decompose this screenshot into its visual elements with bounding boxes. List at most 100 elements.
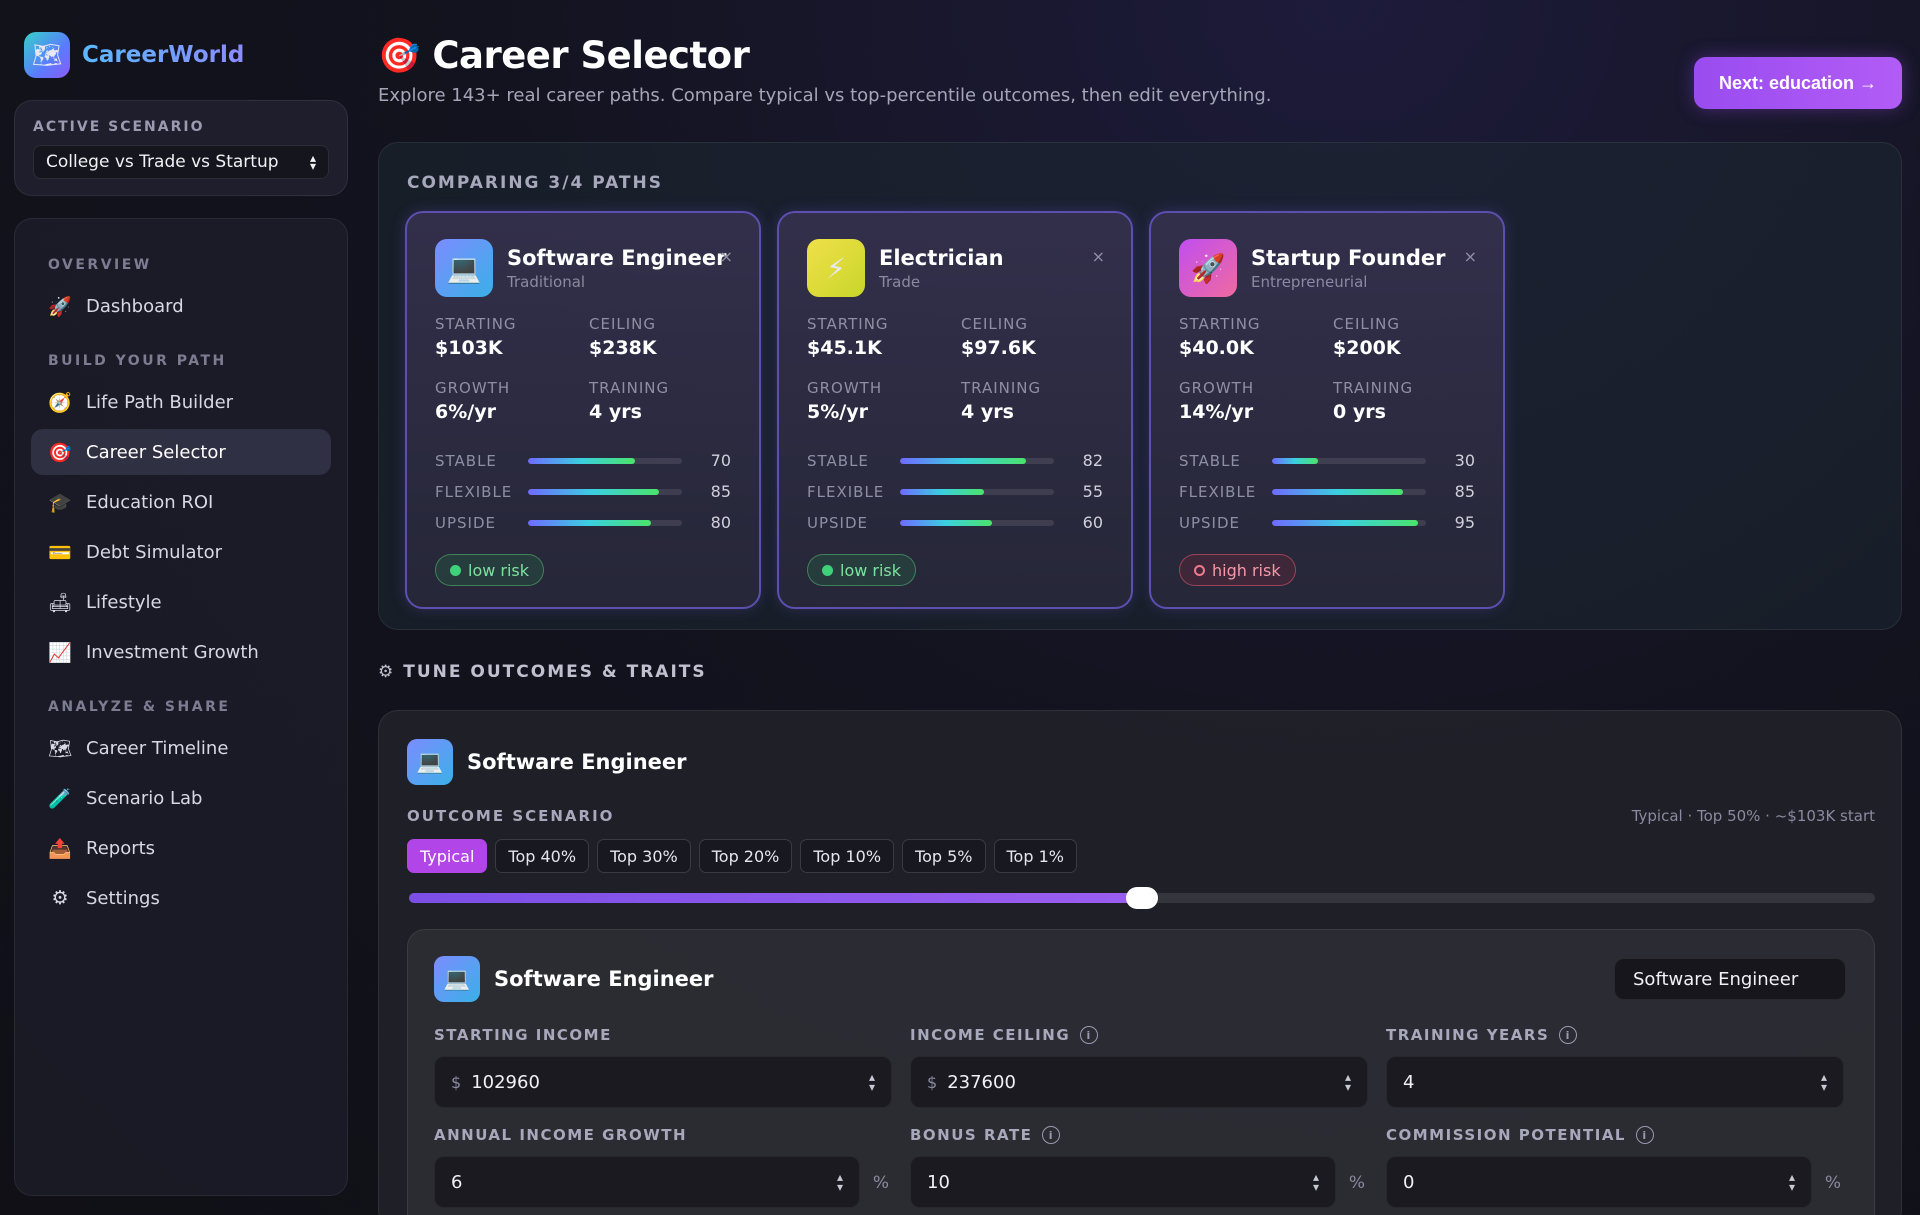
income-ceiling-input[interactable]: $ 237600 ▴ ▾ [910, 1056, 1368, 1108]
sidebar-item-lifestyle[interactable]: 🛋 Lifestyle [31, 579, 331, 625]
career-card-electrician[interactable]: ⚡ Electrician Trade × STARTING $45.1K CEI… [777, 211, 1133, 609]
trait-label: UPSIDE [1179, 513, 1240, 532]
annual-growth-input[interactable]: 6 ▴ ▾ % [434, 1156, 889, 1208]
sidebar-item-education-roi[interactable]: 🎓 Education ROI [31, 479, 331, 525]
outcome-pill-top-5[interactable]: Top 5% [902, 839, 986, 873]
outcome-pill-top-30[interactable]: Top 30% [597, 839, 691, 873]
outcome-pill-top-1[interactable]: Top 1% [993, 839, 1077, 873]
chevron-up-down-icon: ▴ ▾ [309, 151, 316, 173]
income-ceiling-field: INCOME CEILING i $ 237600 ▴ ▾ [910, 1026, 1368, 1108]
sidebar-item-career-selector[interactable]: 🎯 Career Selector [31, 429, 331, 475]
tune-panel: 💻 Software Engineer OUTCOME SCENARIO Typ… [378, 710, 1902, 1215]
sidebar-item-reports[interactable]: 📤 Reports [31, 825, 331, 871]
stepper-icon[interactable]: ▴ ▾ [1821, 1071, 1827, 1093]
active-scenario-panel: ACTIVE SCENARIO College vs Trade vs Star… [14, 100, 348, 196]
sidebar-item-career-timeline[interactable]: 🗺 Career Timeline [31, 725, 331, 771]
career-timeline-icon: 🗺 [48, 737, 73, 760]
trait-bar [527, 488, 682, 495]
stepper-icon[interactable]: ▴ ▾ [837, 1171, 843, 1193]
trait-value: 85 [710, 482, 731, 501]
scenario-lab-icon: 🧪 [48, 787, 72, 810]
life-path-builder-icon: 🧭 [48, 391, 72, 414]
reports-icon: 📤 [48, 837, 72, 860]
commission-value: 0 [1403, 1171, 1415, 1193]
bonus-rate-input[interactable]: 10 ▴ ▾ % [910, 1156, 1365, 1208]
career-card-startup-founder[interactable]: 🚀 Startup Founder Entrepreneurial × STAR… [1149, 211, 1505, 609]
outcome-slider-thumb[interactable] [1126, 887, 1158, 909]
tune-heading: ⚙ TUNE OUTCOMES & TRAITS [378, 662, 707, 682]
risk-dot-icon [822, 564, 833, 576]
sidebar-item-life-path-builder[interactable]: 🧭 Life Path Builder [31, 379, 331, 425]
trait-value: 80 [710, 513, 731, 532]
nav-group-overview: OVERVIEW [48, 257, 152, 273]
risk-label: high risk [1212, 560, 1281, 580]
info-icon[interactable]: i [1559, 1026, 1578, 1044]
stat-training: 0 yrs [1333, 401, 1386, 423]
stepper-icon[interactable]: ▴ ▾ [1789, 1171, 1795, 1193]
info-icon[interactable]: i [1080, 1026, 1099, 1044]
close-icon[interactable]: × [1464, 247, 1477, 266]
annual-growth-field: ANNUAL INCOME GROWTH 6 ▴ ▾ % [434, 1126, 889, 1208]
trait-stable: STABLE 70 [435, 445, 731, 476]
stepper-icon[interactable]: ▴ ▾ [1345, 1071, 1351, 1093]
training-years-input[interactable]: 4 ▴ ▾ [1386, 1056, 1844, 1108]
annual-growth-value: 6 [451, 1171, 463, 1193]
risk-dot-icon [450, 564, 461, 576]
tune-career-name: Software Engineer [467, 750, 687, 774]
outcome-pill-top-20[interactable]: Top 20% [698, 839, 793, 873]
outcome-scenario-label: OUTCOME SCENARIO [407, 807, 615, 825]
close-icon[interactable]: × [720, 247, 733, 266]
sidebar-item-label: Life Path Builder [86, 391, 234, 413]
scenario-select[interactable]: College vs Trade vs Startup ▴ ▾ [33, 145, 329, 179]
trait-label: STABLE [435, 451, 497, 470]
starting-income-value: 102960 [471, 1071, 540, 1093]
trait-label: FLEXIBLE [435, 482, 513, 501]
trait-value: 55 [1082, 482, 1103, 501]
sidebar-item-dashboard[interactable]: 🚀 Dashboard [31, 283, 331, 329]
trait-label: STABLE [1179, 451, 1241, 470]
risk-badge: high risk [1179, 554, 1296, 586]
sidebar-item-debt-simulator[interactable]: 💳 Debt Simulator [31, 529, 331, 575]
percent-suffix: % [1824, 1173, 1841, 1193]
career-editor: 💻 Software Engineer Software Engineer ST… [407, 929, 1875, 1215]
stat-label: CEILING [1333, 315, 1400, 333]
trait-value: 60 [1082, 513, 1103, 532]
trait-bar [1271, 519, 1426, 526]
card-category: Traditional [507, 273, 586, 291]
info-icon[interactable]: i [1636, 1126, 1654, 1144]
commission-input[interactable]: 0 ▴ ▾ % [1386, 1156, 1841, 1208]
brand[interactable]: 🗺 CareerWorld [24, 32, 244, 78]
trait-bar-fill [899, 457, 1026, 464]
career-select[interactable]: Software Engineer [1614, 958, 1846, 1000]
trait-value: 30 [1454, 451, 1475, 470]
outcome-pill-top-40[interactable]: Top 40% [495, 839, 590, 873]
annual-growth-label: ANNUAL INCOME GROWTH [434, 1126, 688, 1144]
editor-header: 💻 Software Engineer [434, 956, 714, 1002]
sidebar-nav: OVERVIEW 🚀 Dashboard BUILD YOUR PATH 🧭 Life P… [14, 218, 348, 1196]
outcome-pill-top-10[interactable]: Top 10% [800, 839, 895, 873]
trait-bar-fill [899, 519, 993, 526]
career-card-software-engineer[interactable]: 💻 Software Engineer Traditional × STARTI… [405, 211, 761, 609]
training-years-field: TRAINING YEARS i 4 ▴ ▾ [1386, 1026, 1844, 1108]
info-icon[interactable]: i [1042, 1126, 1061, 1144]
close-icon[interactable]: × [1092, 247, 1105, 266]
stepper-icon[interactable]: ▴ ▾ [1313, 1171, 1319, 1193]
sidebar-item-investment-growth[interactable]: 📈 Investment Growth [31, 629, 331, 675]
trait-bar [1271, 488, 1426, 495]
sidebar-item-scenario-lab[interactable]: 🧪 Scenario Lab [31, 775, 331, 821]
stat-label: TRAINING [1333, 379, 1414, 397]
trait-bar-fill [527, 457, 636, 464]
stat-training: 4 yrs [589, 401, 642, 423]
stepper-icon[interactable]: ▴ ▾ [869, 1071, 875, 1093]
starting-income-input[interactable]: $ 102960 ▴ ▾ [434, 1056, 892, 1108]
outcome-slider[interactable] [409, 887, 1875, 909]
trait-bar [899, 457, 1054, 464]
trait-label: FLEXIBLE [807, 482, 885, 501]
outcome-pill-typical[interactable]: Typical [407, 839, 488, 873]
trait-bar [899, 519, 1054, 526]
sidebar-item-settings[interactable]: ⚙ Settings [31, 875, 331, 921]
trait-value: 70 [710, 451, 731, 470]
stat-training: 4 yrs [961, 401, 1014, 423]
next-education-button[interactable]: Next: education → [1694, 57, 1902, 109]
trait-bar-fill [1271, 488, 1403, 495]
